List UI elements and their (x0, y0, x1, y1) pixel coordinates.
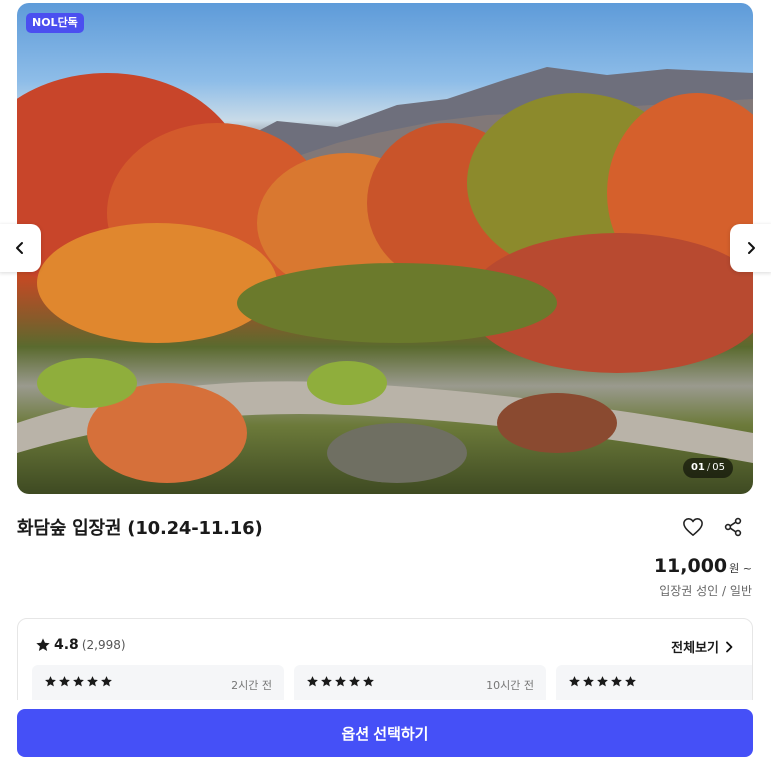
star-icon (36, 638, 50, 651)
heart-icon (683, 518, 703, 536)
exclusive-badge: NOL단독 (26, 13, 84, 33)
review-time: 10시간 전 (486, 679, 534, 692)
chevron-right-icon (748, 242, 755, 254)
review-count: (2,998) (81, 638, 126, 652)
star-icon (349, 676, 360, 687)
star-icon (87, 676, 98, 687)
view-all-reviews-link[interactable]: 전체보기 (671, 637, 734, 656)
select-option-button[interactable]: 옵션 선택하기 (17, 709, 753, 757)
chevron-left-icon (16, 242, 23, 254)
price-option-label: 입장권 성인 / 일반 (659, 584, 752, 598)
counter-current: 01 (690, 462, 705, 473)
star-icon (583, 676, 594, 687)
price-unit: 원 ~ (729, 562, 752, 575)
wishlist-button[interactable] (680, 514, 706, 540)
star-icon (611, 676, 622, 687)
review-stars (568, 675, 637, 688)
star-icon (45, 676, 56, 687)
price: 11,000 원 ~ (654, 555, 752, 577)
rating: 4.8 (2,998) (35, 637, 126, 653)
rating-score: 4.8 (54, 637, 79, 653)
star-icon (569, 676, 580, 687)
hero-image[interactable]: NOL단독 01/05 (17, 3, 753, 494)
counter-total: 05 (712, 462, 725, 473)
image-counter: 01/05 (682, 458, 733, 478)
star-icon (321, 676, 332, 687)
review-stars (306, 675, 375, 688)
counter-separator: / (706, 462, 711, 473)
star-icon (625, 676, 636, 687)
star-icon (73, 676, 84, 687)
carousel-prev-button[interactable] (0, 224, 41, 272)
share-button[interactable] (720, 514, 746, 540)
star-icon (307, 676, 318, 687)
review-stars (44, 675, 113, 688)
autumn-landscape-illustration (17, 67, 753, 483)
star-icon (597, 676, 608, 687)
star-icon (335, 676, 346, 687)
product-title: 화담숲 입장권 (10.24-11.16) (17, 518, 263, 539)
view-all-label: 전체보기 (671, 641, 719, 656)
star-icon (363, 676, 374, 687)
share-icon (724, 517, 742, 537)
price-value: 11,000 (653, 555, 728, 577)
carousel-next-button[interactable] (730, 224, 771, 272)
bottom-cta-bar: 옵션 선택하기 (0, 700, 771, 759)
star-icon (59, 676, 70, 687)
star-icon (101, 676, 112, 687)
review-time: 2시간 전 (231, 679, 272, 692)
chevron-right-icon (726, 641, 733, 652)
